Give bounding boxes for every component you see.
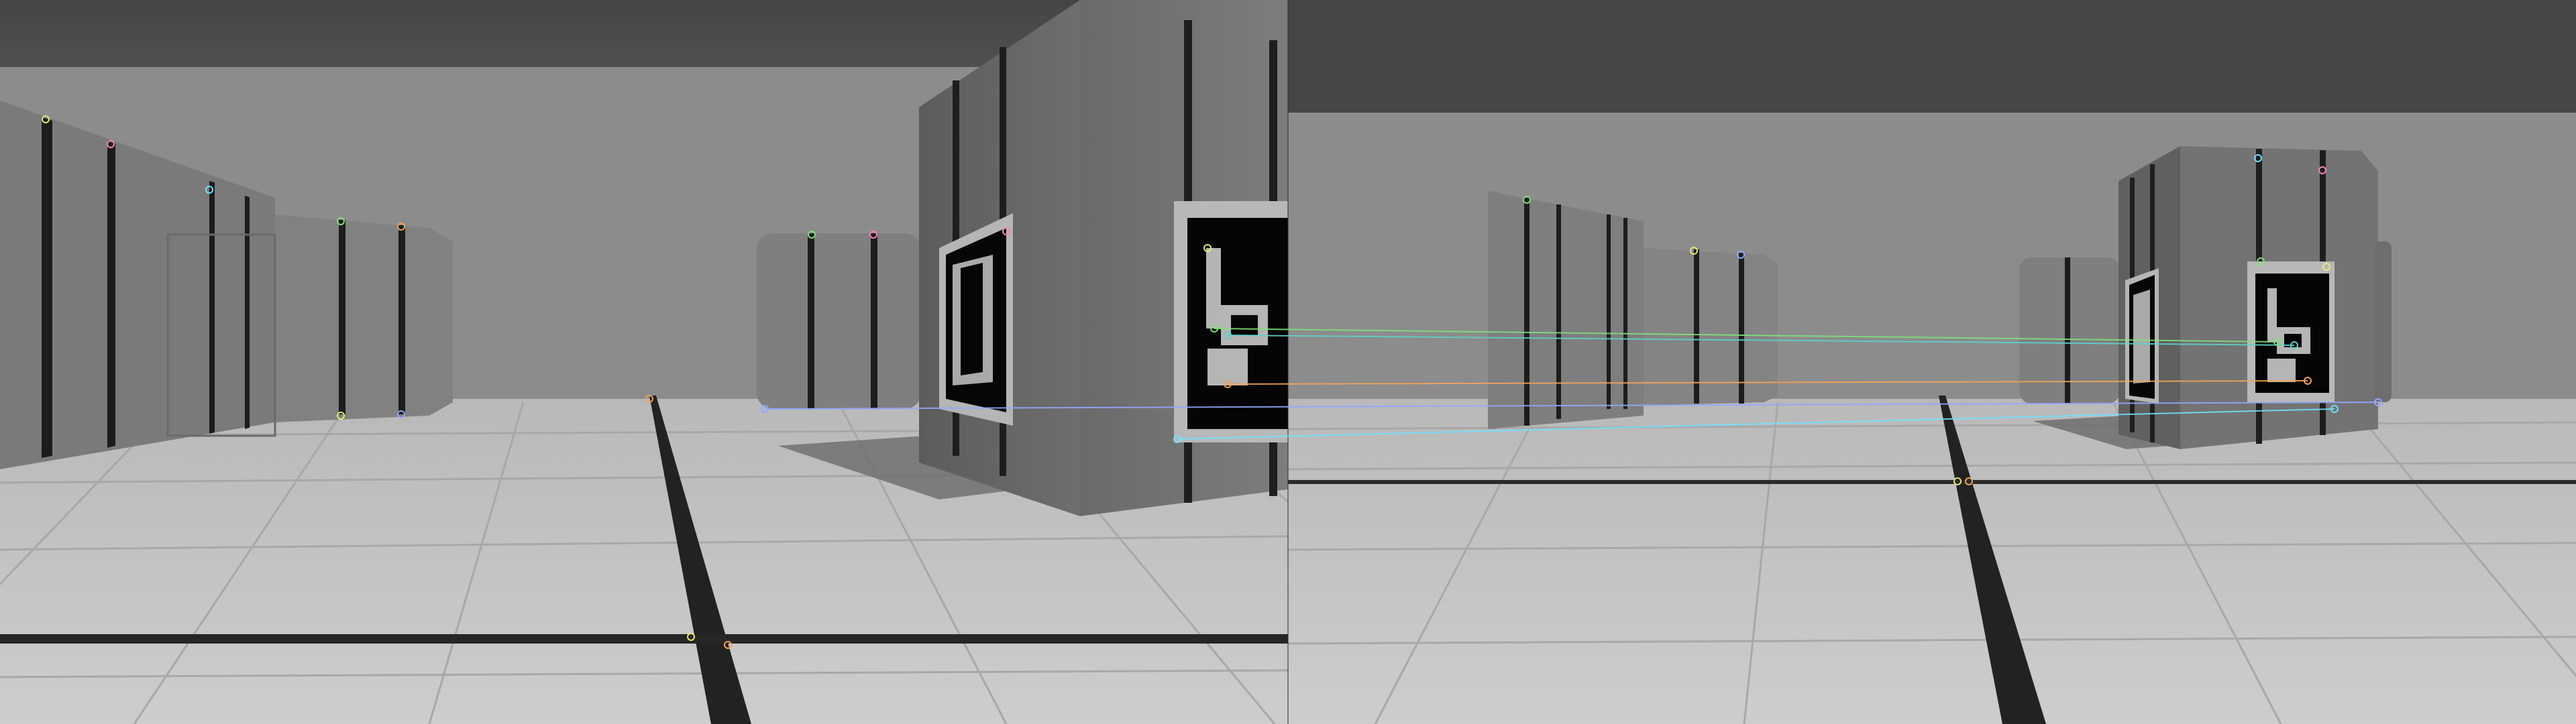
- fiducial-marker-side: [2125, 268, 2159, 404]
- right-camera-view: [1288, 0, 2576, 724]
- sky: [1288, 0, 2576, 113]
- large-box: [919, 0, 1288, 516]
- floor: [1288, 399, 2576, 724]
- distant-box: [757, 233, 921, 409]
- match-visualization: [0, 0, 2576, 724]
- fiducial-marker-side: [939, 213, 1013, 426]
